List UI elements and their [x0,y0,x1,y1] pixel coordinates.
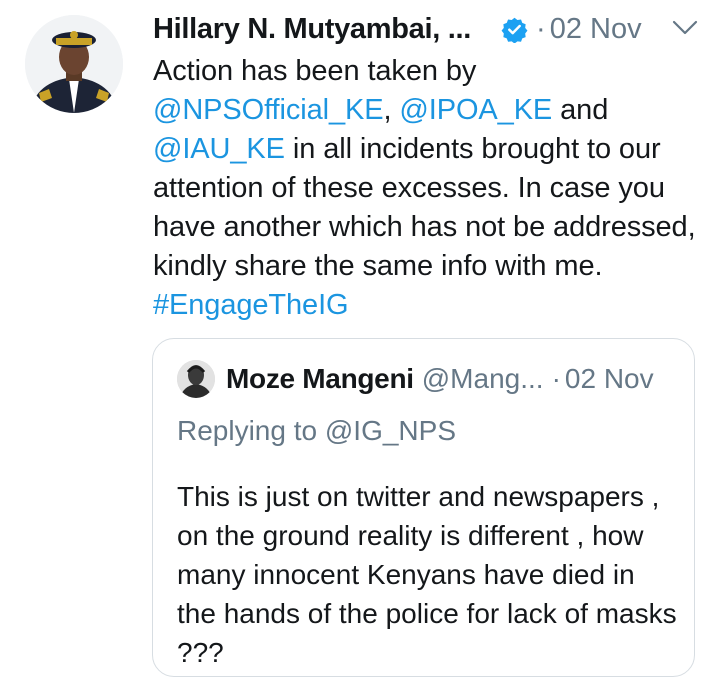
quoted-tweet-date[interactable]: 02 Nov [565,363,654,395]
verified-badge-icon [501,16,528,43]
replying-to-label: Replying to @IG_NPS [177,415,456,446]
quoted-header-separator: · [551,363,561,394]
mention-link[interactable]: @IPOA_KE [399,94,552,126]
quoted-author-handle[interactable]: @Mang... [422,363,544,395]
quoted-tweet-header: Moze Mangeni @Mang... · 02 Nov [177,359,654,399]
quoted-tweet[interactable]: Moze Mangeni @Mang... · 02 Nov Replying … [152,338,695,677]
hashtag-link[interactable]: #EngageTheIG [153,289,349,321]
mention-link[interactable]: @NPSOfficial_KE [153,94,384,126]
quoted-author-name[interactable]: Moze Mangeni [226,363,414,395]
chevron-down-icon[interactable] [672,18,698,38]
text-segment: Action has been taken by [153,55,477,87]
quoted-author-avatar[interactable] [177,360,215,398]
tweet-text: Action has been taken by @NPSOfficial_KE… [153,52,703,325]
author-name[interactable]: Hillary N. Mutyambai, ... [153,13,471,46]
tweet-card[interactable]: Hillary N. Mutyambai, ... · 02 Nov Actio… [0,0,720,685]
text-segment: and [552,94,609,126]
mention-link[interactable]: @IAU_KE [153,133,285,165]
header-separator: · [536,12,546,45]
quoted-tweet-text: This is just on twitter and newspapers ,… [177,481,677,668]
text-segment: , [383,94,400,126]
tweet-header: Hillary N. Mutyambai, ... · 02 Nov [153,6,698,52]
tweet-date[interactable]: 02 Nov [550,13,642,46]
author-avatar[interactable] [25,15,123,113]
